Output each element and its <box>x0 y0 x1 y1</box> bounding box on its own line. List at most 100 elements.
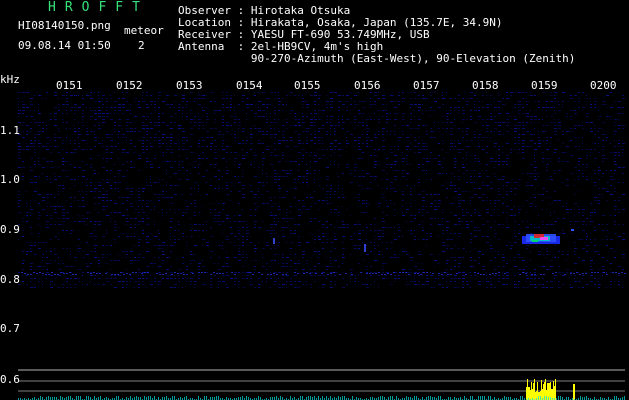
noise-floor-trace <box>538 396 539 400</box>
noise-floor-trace <box>76 396 77 400</box>
antenna-detail-line: 90-270-Azimuth (East-West), 90-Elevation… <box>178 52 576 65</box>
noise-floor-trace <box>280 396 281 400</box>
noise-texture <box>18 92 626 288</box>
signal-bar <box>527 379 528 400</box>
noise-floor-trace <box>326 396 327 400</box>
signal-bar <box>529 387 530 400</box>
meteor-echo <box>571 229 574 231</box>
noise-floor-trace <box>144 396 145 400</box>
meteor-echo <box>532 240 538 242</box>
signal-bar <box>554 386 555 400</box>
noise-floor-trace <box>488 396 489 400</box>
noise-floor-trace <box>344 396 345 400</box>
time-tick: 0155 <box>294 79 321 92</box>
noise-floor-trace <box>616 396 617 400</box>
noise-floor-trace <box>246 396 247 400</box>
meteor-label: meteor <box>124 24 164 37</box>
signal-bar <box>573 384 575 400</box>
noise-floor-trace <box>116 396 117 400</box>
noise-floor-trace <box>330 396 331 400</box>
meteor-echo <box>540 237 548 240</box>
noise-floor-trace <box>464 396 465 400</box>
noise-floor-trace <box>484 396 485 400</box>
noise-floor-trace <box>490 396 491 400</box>
noise-floor-trace <box>302 396 303 400</box>
noise-floor-trace <box>310 396 311 400</box>
freq-tick: 0.7 <box>0 322 20 335</box>
signal-bar <box>547 383 548 400</box>
noise-floor-trace <box>94 396 95 400</box>
noise-floor-trace <box>438 396 439 400</box>
noise-floor-trace <box>540 396 541 400</box>
freq-tick: 0.6 <box>0 373 20 386</box>
time-tick: 0158 <box>472 79 499 92</box>
signal-streak <box>364 244 366 252</box>
signal-bar <box>549 383 550 400</box>
signal-bar <box>541 380 542 400</box>
time-tick: 0152 <box>116 79 143 92</box>
freq-tick: 0.8 <box>0 273 20 286</box>
noise-floor-trace <box>80 396 81 400</box>
signal-bar <box>530 390 531 400</box>
signal-bar <box>539 392 540 400</box>
noise-floor-trace <box>40 396 41 400</box>
noise-floor-trace <box>406 396 407 400</box>
time-tick: 0200 <box>590 79 617 92</box>
noise-floor-trace <box>342 396 343 400</box>
noise-floor-trace <box>416 396 417 400</box>
meteor-count: 2 <box>138 39 145 52</box>
noise-floor-trace <box>428 396 429 400</box>
freq-tick: 0.9 <box>0 223 20 236</box>
time-tick: 0157 <box>413 79 440 92</box>
noise-floor-trace <box>470 396 471 400</box>
freq-tick: 1.1 <box>0 124 20 137</box>
signal-bar <box>551 389 552 400</box>
noise-floor-trace <box>558 396 559 400</box>
noise-floor-trace <box>186 396 187 400</box>
freq-tick: 1.0 <box>0 173 20 186</box>
noise-floor-trace <box>60 396 61 400</box>
noise-floor-trace <box>480 396 481 400</box>
noise-floor-trace <box>314 396 315 400</box>
signal-bar <box>545 379 546 400</box>
noise-floor-trace <box>174 396 175 400</box>
noise-floor-trace <box>586 396 587 400</box>
noise-floor-trace <box>88 396 89 400</box>
noise-floor-trace <box>544 396 545 400</box>
noise-floor-trace <box>580 396 581 400</box>
noise-floor-trace <box>380 396 381 400</box>
capture-datetime: 09.08.14 01:50 <box>18 39 111 52</box>
time-tick: 0153 <box>176 79 203 92</box>
time-tick: 0154 <box>236 79 263 92</box>
noise-floor-trace <box>414 396 415 400</box>
noise-floor-trace <box>520 396 521 400</box>
signal-bar <box>543 384 544 400</box>
noise-floor-trace <box>198 396 199 400</box>
noise-floor-trace <box>546 396 547 400</box>
noise-floor-trace <box>100 396 101 400</box>
signal-bar <box>555 379 556 400</box>
noise-floor-trace <box>148 396 149 400</box>
noise-floor-trace <box>166 396 167 400</box>
noise-floor-trace <box>150 396 151 400</box>
noise-floor-trace <box>624 396 625 400</box>
time-tick: 0156 <box>354 79 381 92</box>
noise-floor-trace <box>482 396 483 400</box>
noise-floor-trace <box>300 396 301 400</box>
noise-floor-trace <box>440 396 441 400</box>
noise-floor-trace <box>86 396 87 400</box>
noise-floor-trace <box>216 396 217 400</box>
noise-floor-trace <box>322 396 323 400</box>
signal-bar <box>531 382 532 400</box>
noise-floor-trace <box>70 396 71 400</box>
noise-floor-trace <box>118 396 119 400</box>
noise-floor-trace <box>614 396 615 400</box>
signal-bar <box>533 383 534 400</box>
noise-floor-trace <box>338 396 339 400</box>
signal-streak <box>273 238 275 244</box>
noise-floor-trace <box>218 396 219 400</box>
noise-floor-trace <box>242 396 243 400</box>
noise-floor-trace <box>258 396 259 400</box>
noise-floor-trace <box>206 396 207 400</box>
noise-floor-trace <box>392 396 393 400</box>
